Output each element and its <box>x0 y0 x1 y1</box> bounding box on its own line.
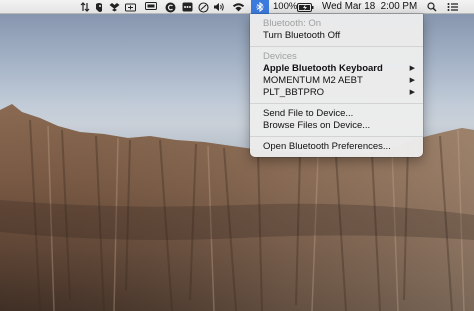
notification-center-icon[interactable] <box>447 0 459 14</box>
device-name: MOMENTUM M2 AEBT <box>263 75 363 86</box>
spotlight-search-icon[interactable] <box>426 0 438 14</box>
dropbox-icon[interactable] <box>108 0 120 14</box>
menu-separator <box>250 103 423 104</box>
bluetooth-menu: Bluetooth: On Turn Bluetooth Off Devices… <box>250 14 423 157</box>
device-name: Apple Bluetooth Keyboard <box>263 63 383 74</box>
battery-icon[interactable] <box>297 0 314 14</box>
browse-files-item[interactable]: Browse Files on Device... <box>263 120 415 132</box>
device-item-momentum[interactable]: MOMENTUM M2 AEBT ▶ <box>263 75 415 87</box>
volume-icon[interactable] <box>213 0 225 14</box>
device-name: PLT_BBTPRO <box>263 87 325 98</box>
battery-percent[interactable]: 100% <box>273 0 297 14</box>
submenu-arrow-icon: ▶ <box>409 65 415 72</box>
network-activity-icon[interactable] <box>79 0 91 14</box>
display-icon[interactable] <box>145 0 157 14</box>
devices-header: Devices <box>263 51 297 62</box>
submenu-arrow-icon: ▶ <box>409 89 415 96</box>
menu-separator <box>250 136 423 137</box>
time-machine-icon[interactable] <box>197 0 209 14</box>
send-file-item[interactable]: Send File to Device... <box>263 108 415 120</box>
clock[interactable]: Wed Mar 18 2:00 PM <box>322 0 417 14</box>
battery-health-icon[interactable] <box>125 0 137 14</box>
lastpass-icon[interactable] <box>181 0 193 14</box>
open-bluetooth-preferences-item[interactable]: Open Bluetooth Preferences... <box>263 141 415 153</box>
device-item-apple-keyboard[interactable]: Apple Bluetooth Keyboard ▶ <box>263 63 415 75</box>
device-item-plt[interactable]: PLT_BBTPRO ▶ <box>263 87 415 99</box>
wifi-icon[interactable] <box>232 0 245 14</box>
menu-separator <box>250 46 423 47</box>
turn-bluetooth-off-item[interactable]: Turn Bluetooth Off <box>263 30 415 42</box>
menu-bar: 100% Wed Mar 18 2:00 PM <box>0 0 474 14</box>
evernote-icon[interactable] <box>93 0 105 14</box>
bluetooth-icon[interactable] <box>251 0 269 14</box>
submenu-arrow-icon: ▶ <box>409 77 415 84</box>
creative-cloud-icon[interactable] <box>164 0 176 14</box>
bluetooth-status-label: Bluetooth: On <box>263 18 322 29</box>
